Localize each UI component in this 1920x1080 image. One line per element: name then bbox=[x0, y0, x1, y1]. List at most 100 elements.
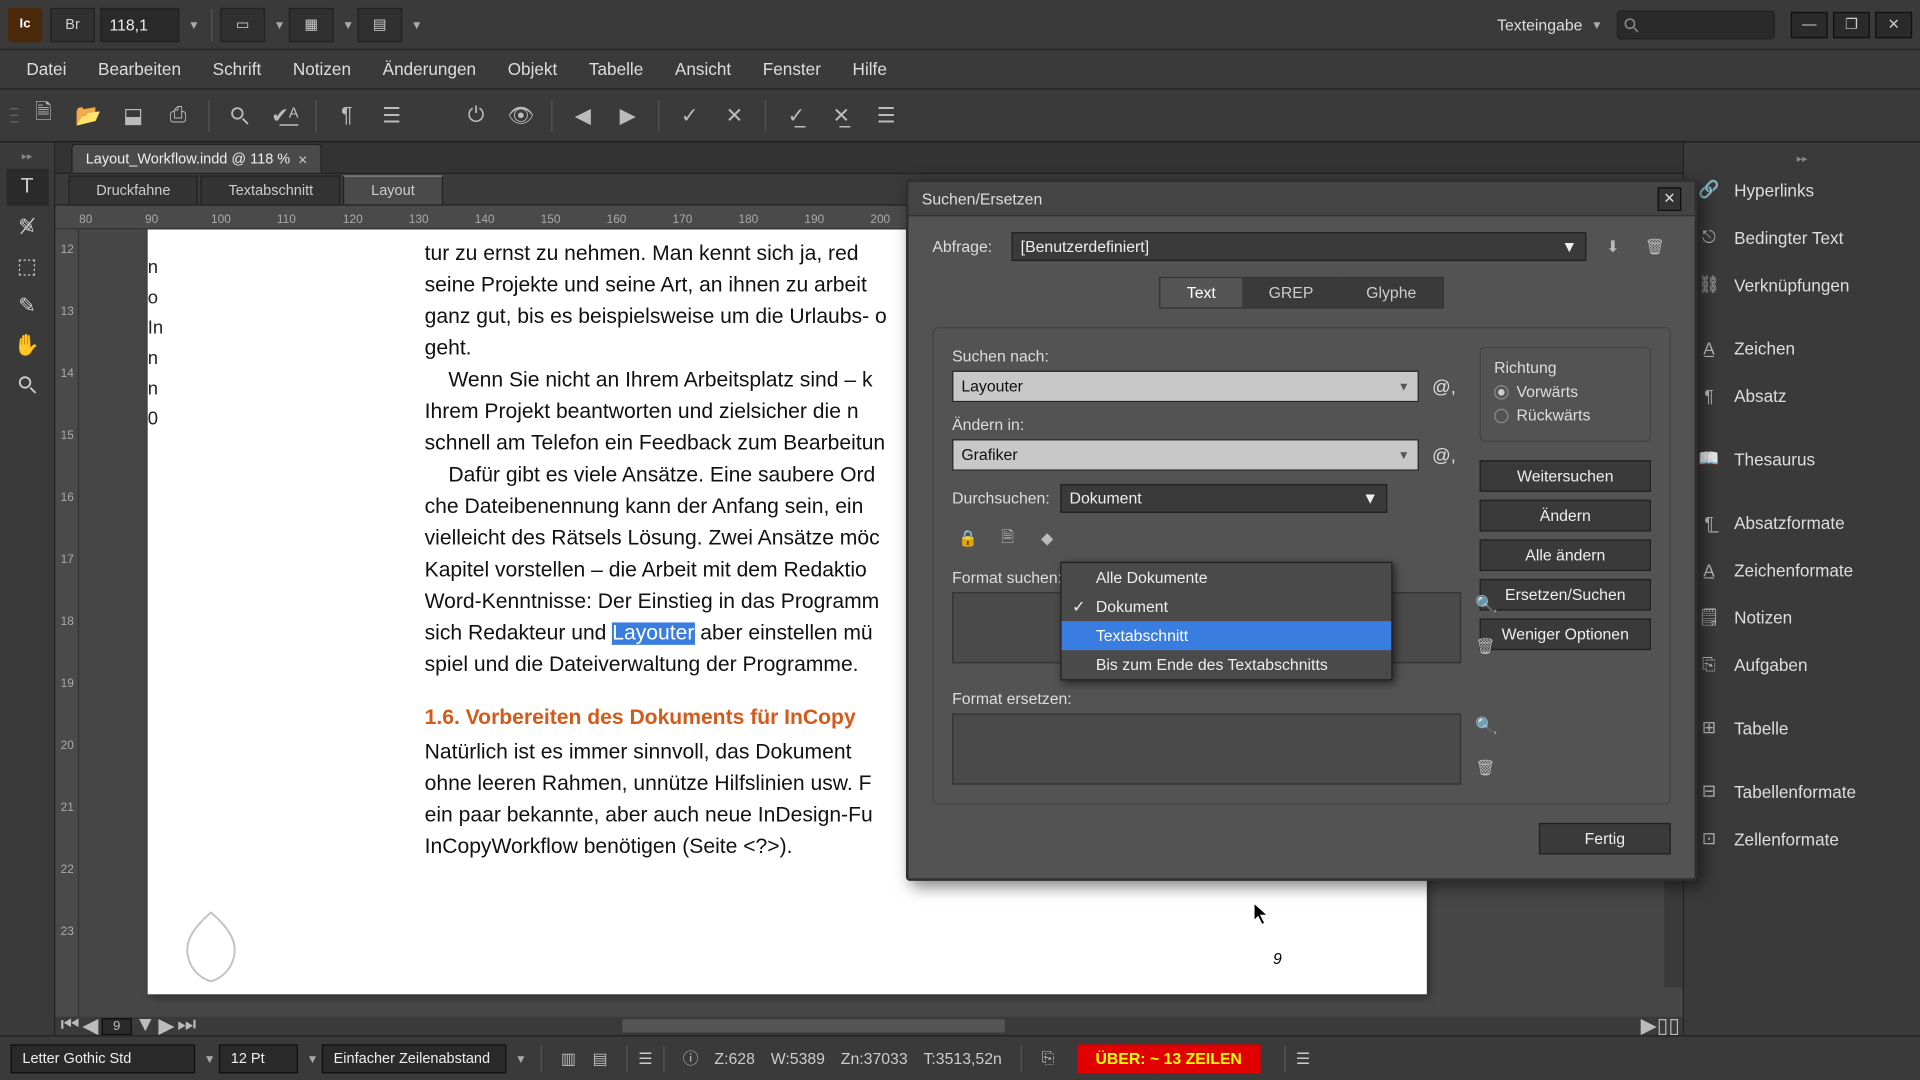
find-special-icon[interactable]: @, bbox=[1427, 376, 1461, 397]
panel-absatzformate[interactable]: ¶̲Absatzformate bbox=[1684, 498, 1920, 545]
tab-glyphe[interactable]: Glyphe bbox=[1340, 278, 1443, 307]
query-select[interactable]: [Benutzerdefiniert]▼ bbox=[1011, 232, 1586, 261]
menu-aenderungen[interactable]: Änderungen bbox=[367, 50, 492, 88]
zoom-level-field[interactable]: 118,1 bbox=[100, 7, 179, 41]
power-icon[interactable]: ⏻ bbox=[455, 97, 497, 134]
reject-all-icon[interactable]: ✕̲ bbox=[820, 97, 862, 134]
include-locked-icon[interactable]: 🔒 bbox=[952, 524, 984, 553]
collapse-panels-icon[interactable]: ▸▸ bbox=[1684, 153, 1920, 166]
bridge-button[interactable]: Br bbox=[50, 7, 95, 41]
change-special-icon[interactable]: @, bbox=[1427, 444, 1461, 465]
direction-backward-radio[interactable]: Rückwärts bbox=[1494, 406, 1636, 424]
menu-schrift[interactable]: Schrift bbox=[197, 50, 277, 88]
new-icon[interactable]: 🗎 bbox=[22, 97, 64, 134]
change-all-button[interactable]: Alle ändern bbox=[1480, 539, 1651, 571]
eye-icon[interactable]: 👁 bbox=[500, 97, 542, 134]
menu-objekt[interactable]: Objekt bbox=[492, 50, 573, 88]
tab-grep[interactable]: GREP bbox=[1242, 278, 1340, 307]
columns-icon[interactable]: ▥ bbox=[554, 1040, 583, 1077]
menu-datei[interactable]: Datei bbox=[11, 50, 83, 88]
panel-notizen[interactable]: 🗒Notizen bbox=[1684, 593, 1920, 640]
hand-tool-icon[interactable]: ✋ bbox=[6, 327, 48, 364]
arrange-docs-button[interactable]: ▦ bbox=[289, 7, 334, 41]
spellcheck-icon[interactable]: ✔͟ᴬ bbox=[264, 97, 306, 134]
prev-icon[interactable]: ◀ bbox=[562, 97, 604, 134]
panel-verknüpfungen[interactable]: ⛓Verknüpfungen bbox=[1684, 261, 1920, 308]
change-find-button[interactable]: Ersetzen/Suchen bbox=[1480, 579, 1651, 611]
change-input[interactable]: Grafiker▼ bbox=[952, 439, 1419, 471]
format-change-box[interactable] bbox=[952, 713, 1461, 784]
delete-query-icon[interactable]: 🗑 bbox=[1639, 232, 1671, 261]
next-icon[interactable]: ▶ bbox=[607, 97, 649, 134]
specify-format-icon-2[interactable]: 🔍͙ bbox=[1475, 716, 1495, 734]
status-size[interactable]: 12 Pt bbox=[219, 1044, 298, 1073]
dd-document[interactable]: Dokument bbox=[1062, 592, 1392, 621]
accept-icon[interactable]: ✓ bbox=[669, 97, 711, 134]
menu-fenster[interactable]: Fenster bbox=[747, 50, 837, 88]
page-number-field[interactable]: 9 bbox=[101, 1017, 132, 1034]
menu-icon[interactable]: ☰ bbox=[371, 97, 413, 134]
done-button[interactable]: Fertig bbox=[1539, 823, 1671, 855]
panel-tabelle[interactable]: ⊞Tabelle bbox=[1684, 704, 1920, 751]
panel-tabellenformate[interactable]: ⊟Tabellenformate bbox=[1684, 767, 1920, 814]
panel-hyperlinks[interactable]: 🔗Hyperlinks bbox=[1684, 166, 1920, 213]
align-icon[interactable]: ▤ bbox=[586, 1040, 615, 1077]
menu-tabelle[interactable]: Tabelle bbox=[573, 50, 659, 88]
view-tab-layout[interactable]: Layout bbox=[343, 175, 442, 204]
clear-format-icon-2[interactable]: 🗑 bbox=[1475, 758, 1495, 776]
close-tab-icon[interactable]: × bbox=[298, 150, 307, 168]
minimize-button[interactable]: — bbox=[1791, 11, 1828, 37]
maximize-button[interactable]: ❐ bbox=[1833, 11, 1870, 37]
menu-notizen[interactable]: Notizen bbox=[277, 50, 367, 88]
menu-hilfe[interactable]: Hilfe bbox=[837, 50, 903, 88]
dd-textabschnitt[interactable]: Textabschnitt bbox=[1062, 621, 1392, 650]
panel-zeichen[interactable]: A̲Zeichen bbox=[1684, 324, 1920, 371]
screen-mode-button[interactable]: ▭ bbox=[220, 7, 265, 41]
info-icon[interactable]: ⓘ bbox=[676, 1040, 705, 1077]
find-next-button[interactable]: Weitersuchen bbox=[1480, 460, 1651, 492]
save-query-icon[interactable]: ⬇ bbox=[1597, 232, 1629, 261]
type-tool-icon[interactable]: T bbox=[6, 169, 48, 206]
close-window-button[interactable]: ✕ bbox=[1875, 11, 1912, 37]
find-input[interactable]: Layouter▼ bbox=[952, 371, 1419, 403]
accept-all-icon[interactable]: ✓̲ bbox=[775, 97, 817, 134]
tab-text[interactable]: Text bbox=[1160, 278, 1242, 307]
menu-ansicht[interactable]: Ansicht bbox=[659, 50, 747, 88]
save-icon[interactable]: ⬓ bbox=[112, 97, 154, 134]
menu-bearbeiten[interactable]: Bearbeiten bbox=[82, 50, 197, 88]
search-scope-select[interactable]: Dokument▼ bbox=[1060, 484, 1387, 513]
panel-absatz[interactable]: ¶Absatz bbox=[1684, 372, 1920, 419]
panel-aufgaben[interactable]: ⎘Aufgaben bbox=[1684, 641, 1920, 688]
note-tool-icon[interactable]: ✎̸ bbox=[6, 208, 48, 245]
include-hidden-icon[interactable]: ◆ bbox=[1031, 524, 1063, 553]
view-tab-textabschnitt[interactable]: Textabschnitt bbox=[201, 175, 341, 204]
status-font[interactable]: Letter Gothic Std bbox=[11, 1044, 196, 1073]
reject-icon[interactable]: ✕ bbox=[713, 97, 755, 134]
workspace-button[interactable]: ▤ bbox=[357, 7, 402, 41]
zoom-tool-icon[interactable] bbox=[6, 367, 48, 404]
chevron-down-icon[interactable]: ▼ bbox=[185, 18, 203, 31]
find-icon[interactable] bbox=[219, 97, 261, 134]
include-locked-stories-icon[interactable]: 🗎 bbox=[992, 524, 1024, 553]
overflow-icon[interactable]: ⎘ bbox=[1033, 1040, 1062, 1077]
open-icon[interactable]: 📂 bbox=[67, 97, 109, 134]
panel-thesaurus[interactable]: 📖Thesaurus bbox=[1684, 435, 1920, 482]
panel-bedingter text[interactable]: ⎋Bedingter Text bbox=[1684, 214, 1920, 261]
collapse-icon[interactable]: ▸▸ bbox=[0, 150, 54, 163]
eyedropper-tool-icon[interactable]: ✎ bbox=[6, 287, 48, 324]
view-tab-druckfahne[interactable]: Druckfahne bbox=[69, 175, 199, 204]
menu2-icon[interactable]: ☰ bbox=[865, 97, 907, 134]
dd-to-end[interactable]: Bis zum Ende des Textabschnitts bbox=[1062, 650, 1392, 679]
clear-format-icon[interactable]: 🗑 bbox=[1475, 637, 1495, 655]
horizontal-scrollbar[interactable]: ⏮ ◀ 9 ▼ ▶ ⏭ ▶▯▯ bbox=[55, 1017, 1682, 1035]
position-tool-icon[interactable]: ⬚ bbox=[6, 248, 48, 285]
direction-forward-radio[interactable]: Vorwärts bbox=[1494, 382, 1636, 400]
dialog-close-button[interactable]: ✕ bbox=[1658, 187, 1682, 211]
document-tab[interactable]: Layout_Workflow.indd @ 118 %× bbox=[71, 144, 322, 173]
status-leading[interactable]: Einfacher Zeilenabstand bbox=[322, 1044, 507, 1073]
help-search-input[interactable] bbox=[1617, 10, 1775, 39]
pilcrow-icon[interactable]: ¶ bbox=[326, 97, 368, 134]
change-button[interactable]: Ändern bbox=[1480, 500, 1651, 532]
print-icon[interactable]: ⎙ bbox=[157, 97, 199, 134]
workspace-name[interactable]: Texteingabe bbox=[1497, 15, 1582, 33]
